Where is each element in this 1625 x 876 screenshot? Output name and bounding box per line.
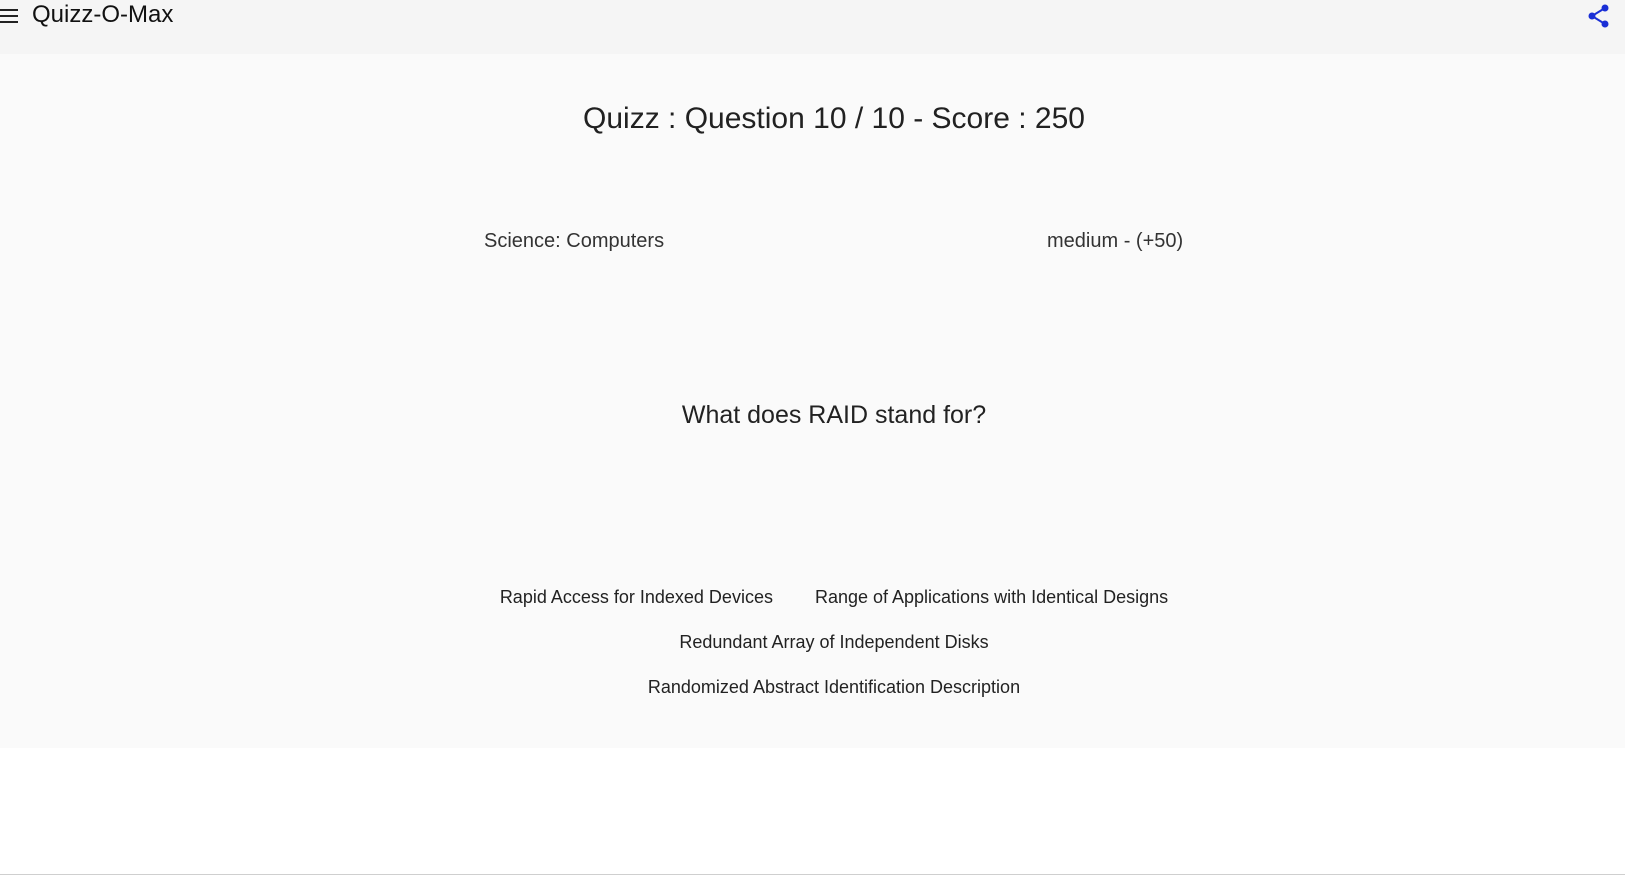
answer-button[interactable]: Rapid Access for Indexed Devices bbox=[500, 583, 773, 612]
answer-options: Rapid Access for Indexed Devices Range o… bbox=[0, 575, 1625, 710]
app-title: Quizz-O-Max bbox=[32, 1, 174, 28]
question-difficulty: medium - (+50) bbox=[1047, 230, 1184, 252]
share-icon[interactable] bbox=[1586, 3, 1612, 29]
answer-button[interactable]: Redundant Array of Independent Disks bbox=[679, 628, 988, 657]
answer-button[interactable]: Range of Applications with Identical Des… bbox=[815, 583, 1168, 612]
hamburger-menu-icon[interactable] bbox=[0, 6, 20, 26]
answer-row: Redundant Array of Independent Disks bbox=[0, 620, 1625, 665]
quiz-content-area: Quizz : Question 10 / 10 - Score : 250 S… bbox=[0, 54, 1625, 748]
question-text: What does RAID stand for? bbox=[681, 401, 987, 429]
question-category: Science: Computers bbox=[484, 230, 665, 252]
bottom-divider bbox=[0, 874, 1625, 875]
quiz-progress-header: Quizz : Question 10 / 10 - Score : 250 bbox=[583, 102, 1085, 135]
answer-button[interactable]: Randomized Abstract Identification Descr… bbox=[648, 673, 1020, 702]
answer-row: Rapid Access for Indexed Devices Range o… bbox=[0, 575, 1625, 620]
answer-row: Randomized Abstract Identification Descr… bbox=[0, 665, 1625, 710]
top-app-bar: Quizz-O-Max bbox=[0, 0, 1625, 54]
